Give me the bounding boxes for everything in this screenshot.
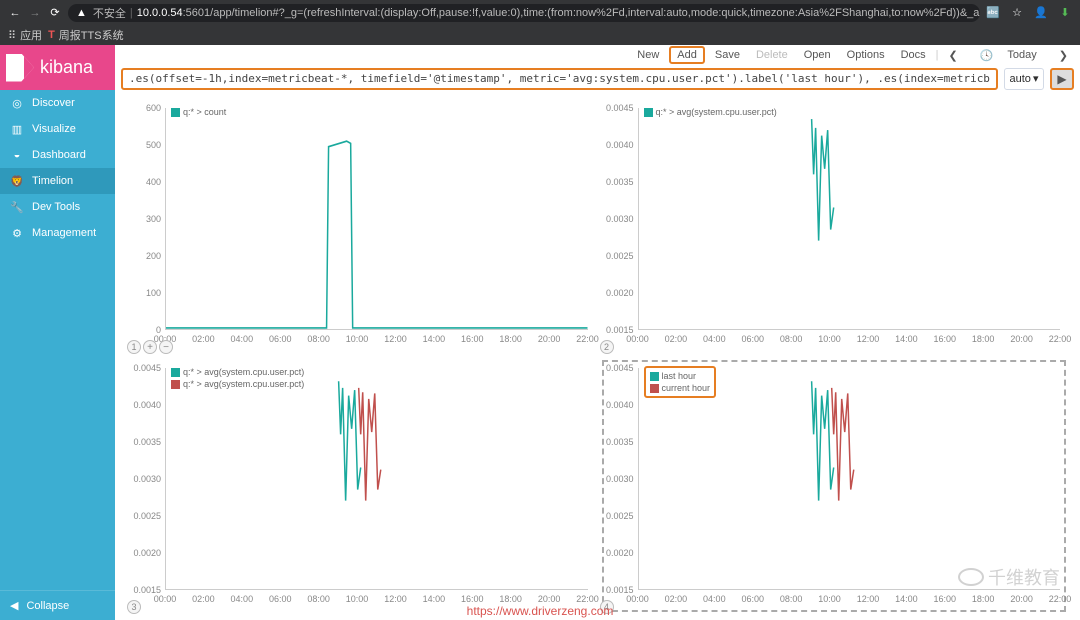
y-axis: 0100200300400500600: [129, 108, 165, 330]
brand-logo[interactable]: kibana: [0, 45, 115, 90]
open-button[interactable]: Open: [798, 48, 837, 62]
star-icon[interactable]: ☆: [1010, 6, 1024, 19]
chart-legend: q:* > avg(system.cpu.user.pct)q:* > avg(…: [171, 366, 304, 390]
plot-area: [638, 368, 1061, 590]
kibana-logo-icon: [6, 54, 34, 82]
forward-icon[interactable]: →: [28, 7, 42, 19]
back-icon[interactable]: ←: [8, 7, 22, 19]
run-button[interactable]: ▶: [1050, 68, 1074, 90]
nav-visualize[interactable]: ▥Visualize: [0, 116, 115, 142]
bar-chart-icon: ▥: [10, 122, 24, 136]
sidebar: kibana ◎Discover ▥Visualize ◒Dashboard 🦁…: [0, 45, 115, 620]
y-axis: 0.00150.00200.00250.00300.00350.00400.00…: [129, 368, 165, 590]
nav-management[interactable]: ⚙Management: [0, 220, 115, 246]
translate-icon[interactable]: 🔤: [986, 6, 1000, 19]
clock-icon: 🕓: [974, 48, 1000, 63]
chart-legend: q:* > count: [171, 106, 226, 118]
browser-toolbar: ← → ⟳ ▲ 不安全 | 10.0.0.54 :5601/app/timeli…: [0, 0, 1080, 25]
top-toolbar: New Add Save Delete Open Options Docs | …: [115, 45, 1080, 65]
chart-panel-3[interactable]: 0.00150.00200.00250.00300.00350.00400.00…: [125, 356, 598, 616]
query-bar: auto▾ ▶: [115, 65, 1080, 92]
nav-devtools[interactable]: 🔧Dev Tools: [0, 194, 115, 220]
watermark: 千维教育: [958, 564, 1060, 590]
interval-select[interactable]: auto▾: [1004, 68, 1044, 90]
chevron-down-icon: ▾: [1033, 72, 1039, 85]
profile-icon[interactable]: 👤: [1034, 6, 1048, 19]
compass-icon: ◎: [10, 96, 24, 110]
chart-index-badge: 2: [600, 340, 614, 354]
wrench-icon: 🔧: [10, 200, 24, 214]
nav: ◎Discover ▥Visualize ◒Dashboard 🦁Timelio…: [0, 90, 115, 590]
chart-legend: last hourcurrent hour: [644, 366, 717, 398]
download-icon[interactable]: ⬇: [1058, 6, 1072, 19]
y-axis: 0.00150.00200.00250.00300.00350.00400.00…: [602, 108, 638, 330]
plot-area: [165, 368, 588, 590]
chart-panel-1[interactable]: 0100200300400500600 00:0002:0004:0006:00…: [125, 96, 598, 356]
save-button[interactable]: Save: [709, 48, 746, 62]
insecure-label: 不安全: [93, 5, 126, 21]
apps-button[interactable]: ⠿应用: [8, 27, 42, 43]
delete-button[interactable]: Delete: [750, 48, 794, 62]
gauge-icon: ◒: [10, 148, 24, 162]
new-button[interactable]: New: [631, 48, 665, 62]
chart-index-badge: 1: [127, 340, 141, 354]
expression-input[interactable]: [121, 68, 998, 90]
lion-icon: 🦁: [10, 174, 24, 188]
wechat-icon: [958, 568, 984, 586]
plot-area: [165, 108, 588, 330]
bookmarks-bar: ⠿应用 T周报TTS系统: [0, 25, 1080, 45]
apps-icon: ⠿: [8, 29, 16, 42]
y-axis: 0.00150.00200.00250.00300.00350.00400.00…: [602, 368, 638, 590]
options-button[interactable]: Options: [841, 48, 891, 62]
footer-link: https://www.driverzeng.com: [0, 604, 1080, 618]
nav-dashboard[interactable]: ◒Dashboard: [0, 142, 115, 168]
reload-icon[interactable]: ⟳: [48, 6, 62, 19]
address-bar[interactable]: ▲ 不安全 | 10.0.0.54 :5601/app/timelion#?_g…: [68, 4, 980, 22]
url-path: :5601/app/timelion#?_g=(refreshInterval:…: [183, 7, 980, 19]
x-axis: 00:0002:0004:0006:0008:0010:0012:0014:00…: [165, 334, 588, 348]
x-axis: 00:0002:0004:0006:0008:0010:0012:0014:00…: [638, 334, 1061, 348]
chart-panel-2[interactable]: 0.00150.00200.00250.00300.00350.00400.00…: [598, 96, 1071, 356]
add-button[interactable]: Add: [669, 46, 705, 64]
nav-discover[interactable]: ◎Discover: [0, 90, 115, 116]
time-picker[interactable]: 🕓Today: [968, 47, 1049, 64]
play-icon: ▶: [1057, 72, 1066, 86]
plot-area: [638, 108, 1061, 330]
chart-grid: 0100200300400500600 00:0002:0004:0006:00…: [115, 92, 1080, 620]
nav-timelion[interactable]: 🦁Timelion: [0, 168, 115, 194]
time-prev-button[interactable]: ❮: [943, 48, 964, 63]
bookmark-item[interactable]: T周报TTS系统: [48, 27, 124, 43]
zoom-in-button[interactable]: +: [143, 340, 157, 354]
insecure-icon: ▲: [76, 7, 87, 19]
docs-button[interactable]: Docs: [895, 48, 932, 62]
brand-name: kibana: [40, 57, 93, 78]
bookmark-favicon: T: [48, 29, 55, 41]
gear-icon: ⚙: [10, 226, 24, 240]
url-host: 10.0.0.54: [137, 7, 183, 19]
zoom-out-button[interactable]: −: [159, 340, 173, 354]
time-next-button[interactable]: ❯: [1053, 48, 1074, 63]
chart-legend: q:* > avg(system.cpu.user.pct): [644, 106, 777, 118]
